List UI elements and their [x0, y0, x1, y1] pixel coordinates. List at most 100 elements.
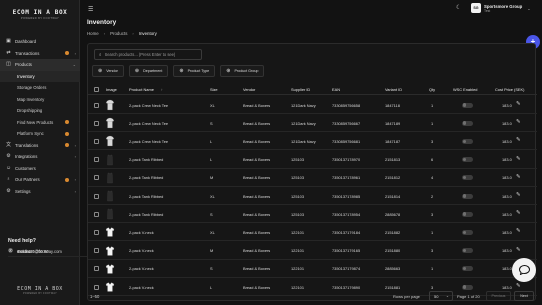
- sidebar-subitem-find-new-products[interactable]: Find New Products: [0, 117, 80, 129]
- search-input[interactable]: [104, 52, 200, 57]
- partners-icon: ♁: [6, 176, 11, 183]
- table-row[interactable]: 2-pack V-neck S Bread & Boxers 122101 735013…: [88, 260, 537, 278]
- table-row[interactable]: 2-pack Tank Ribbed XL Bread & Boxers 125103…: [88, 187, 537, 205]
- dark-mode-icon[interactable]: ☾: [456, 5, 462, 11]
- sidebar-subitem-dropshipping[interactable]: Dropshipping: [0, 105, 80, 117]
- row-checkbox[interactable]: [94, 284, 99, 290]
- wsc-enabled-toggle[interactable]: [462, 120, 473, 126]
- column-header-cost-price[interactable]: Cost Price (SEK): [495, 87, 524, 92]
- previous-page-button[interactable]: Previous: [486, 291, 511, 301]
- wsc-enabled-toggle[interactable]: [462, 138, 473, 144]
- sidebar-subitem-storage-orders[interactable]: Storage Orders: [0, 82, 80, 94]
- cell-cost-price: 183.0: [502, 102, 512, 108]
- edit-icon[interactable]: ✎: [516, 119, 521, 125]
- breadcrumb-products[interactable]: Products: [110, 31, 127, 36]
- wsc-enabled-toggle[interactable]: [462, 284, 473, 290]
- edit-icon[interactable]: ✎: [516, 247, 521, 253]
- sort-asc-icon[interactable]: ↑: [161, 87, 163, 92]
- edit-icon[interactable]: ✎: [516, 174, 521, 180]
- sidebar-item-customers[interactable]: ☺ Customers: [0, 163, 80, 175]
- edit-icon[interactable]: ✎: [516, 137, 521, 143]
- column-header-qty[interactable]: Qty: [429, 87, 435, 92]
- cell-vendor: Bread & Boxers: [243, 193, 271, 199]
- table-row[interactable]: 2-pack Crew Neck Tee XL Bread & Boxers 121D…: [88, 96, 537, 114]
- row-checkbox[interactable]: [94, 248, 99, 254]
- wsc-enabled-toggle[interactable]: [462, 211, 473, 217]
- next-page-button[interactable]: Next: [514, 291, 534, 301]
- wsc-enabled-toggle[interactable]: [462, 193, 473, 199]
- brand-logo[interactable]: ECOM IN A BOX POWERED BY FOOTWAY: [10, 9, 70, 20]
- row-checkbox[interactable]: [94, 193, 99, 199]
- edit-icon[interactable]: ✎: [516, 101, 521, 107]
- column-header-supplier-id[interactable]: Supplier ID: [291, 87, 310, 92]
- row-checkbox[interactable]: [94, 120, 99, 126]
- row-checkbox[interactable]: [94, 211, 99, 217]
- column-header-size[interactable]: Size: [210, 87, 218, 92]
- edit-icon[interactable]: ✎: [516, 228, 521, 234]
- cell-product-name: 2-pack V-neck: [129, 248, 154, 254]
- table-row[interactable]: 2-pack Tank Ribbed M Bread & Boxers 125103 7…: [88, 169, 537, 187]
- sidebar-subitem-inventory[interactable]: Inventory: [0, 70, 80, 82]
- help-section: Need help? ⓘ Guides ✉ merchant@footway.c…: [8, 238, 457, 257]
- account-switcher[interactable]: SG Sportsmore Group Test ⌄: [471, 3, 531, 13]
- row-checkbox[interactable]: [94, 102, 99, 108]
- filter-product-type-button[interactable]: ⊕ Product Type: [173, 65, 216, 77]
- row-checkbox[interactable]: [94, 229, 99, 235]
- table-row[interactable]: 2-pack V-neck M Bread & Boxers 122101 735013…: [88, 242, 537, 260]
- filter-product-group-button[interactable]: ⊕ Product Group: [220, 65, 265, 77]
- wsc-enabled-toggle[interactable]: [462, 229, 473, 235]
- chevron-down-icon: ⌄: [445, 294, 449, 299]
- row-checkbox[interactable]: [94, 175, 99, 181]
- sidebar-item-products[interactable]: ◫ Products ⌄: [0, 59, 80, 71]
- breadcrumb-home[interactable]: Home: [87, 31, 99, 36]
- cell-qty: 3: [431, 248, 434, 254]
- sidebar-item-transactions[interactable]: ⇄ Transactions ›: [0, 48, 80, 60]
- wsc-enabled-toggle[interactable]: [462, 157, 473, 163]
- account-info: Sportsmore Group Test: [484, 4, 522, 13]
- wsc-enabled-toggle[interactable]: [462, 175, 473, 181]
- rows-per-page-select[interactable]: 50 ⌄: [429, 291, 453, 301]
- sidebar-item-translations[interactable]: 文 Translations ›: [0, 140, 80, 152]
- column-header-product-name[interactable]: Product Name: [129, 87, 154, 92]
- wsc-enabled-toggle[interactable]: [462, 248, 473, 254]
- edit-icon[interactable]: ✎: [516, 156, 521, 162]
- sidebar-item-dashboard[interactable]: ▣ Dashboard: [0, 36, 80, 48]
- sidebar-subitem-platform-sync[interactable]: Platform Sync: [0, 128, 80, 140]
- search-box[interactable]: ⌕: [94, 49, 202, 60]
- cell-supplier-id: 121Dark Navy: [291, 138, 316, 144]
- sidebar-item-integrations[interactable]: ⚙ Integrations ›: [0, 151, 80, 163]
- column-header-variant-id[interactable]: Variant ID: [385, 87, 402, 92]
- sidebar-item-our-partners[interactable]: ♁ Our Partners ›: [0, 174, 80, 186]
- row-checkbox[interactable]: [94, 266, 99, 272]
- sidebar-item-settings[interactable]: ⚙ Settings ›: [0, 186, 80, 198]
- edit-icon[interactable]: ✎: [516, 283, 521, 289]
- wsc-enabled-toggle[interactable]: [462, 102, 473, 108]
- filter-vendor-button[interactable]: ⊕ Vendor: [92, 65, 124, 77]
- integrations-icon: ⚙: [6, 153, 11, 160]
- edit-icon[interactable]: ✎: [516, 192, 521, 198]
- column-header-ean[interactable]: EAN: [332, 87, 340, 92]
- cell-variant-id: 2885678: [385, 211, 401, 217]
- edit-icon[interactable]: ✎: [516, 210, 521, 216]
- table-row[interactable]: 2-pack Crew Neck Tee L Bread & Boxers 121Da…: [88, 132, 537, 151]
- table-row[interactable]: 2-pack Tank Ribbed L Bread & Boxers 125103 7…: [88, 151, 537, 169]
- chat-button[interactable]: [512, 258, 536, 282]
- table-row[interactable]: 2-pack Tank Ribbed S Bread & Boxers 125103 7…: [88, 205, 537, 224]
- select-all-checkbox[interactable]: [94, 87, 99, 92]
- column-header-vendor[interactable]: Vendor: [243, 87, 255, 92]
- cell-supplier-id: 125103: [291, 157, 304, 163]
- cell-vendor: Bread & Boxers: [243, 211, 271, 217]
- cell-variant-id: 2151882: [385, 229, 401, 235]
- row-checkbox[interactable]: [94, 138, 99, 144]
- account-name: Sportsmore Group: [484, 3, 523, 9]
- table-row[interactable]: 2-pack V-neck XL Bread & Boxers 122101 73501…: [88, 223, 537, 242]
- cell-size: M: [210, 248, 214, 254]
- wsc-enabled-toggle[interactable]: [462, 266, 473, 272]
- column-header-wsc-enabled[interactable]: WSC Enabled: [453, 87, 477, 92]
- table-row[interactable]: 2-pack Crew Neck Tee S Bread & Boxers 121Da…: [88, 114, 537, 133]
- row-checkbox[interactable]: [94, 157, 99, 163]
- footer-brand-tagline: POWERED BY FOOTWAY: [22, 292, 58, 295]
- sidebar-subitem-label: Storage Orders: [17, 85, 47, 91]
- sidebar-subitem-map-inventory[interactable]: Map Inventory: [0, 94, 80, 106]
- filter-department-button[interactable]: ⊕ Department: [128, 65, 169, 77]
